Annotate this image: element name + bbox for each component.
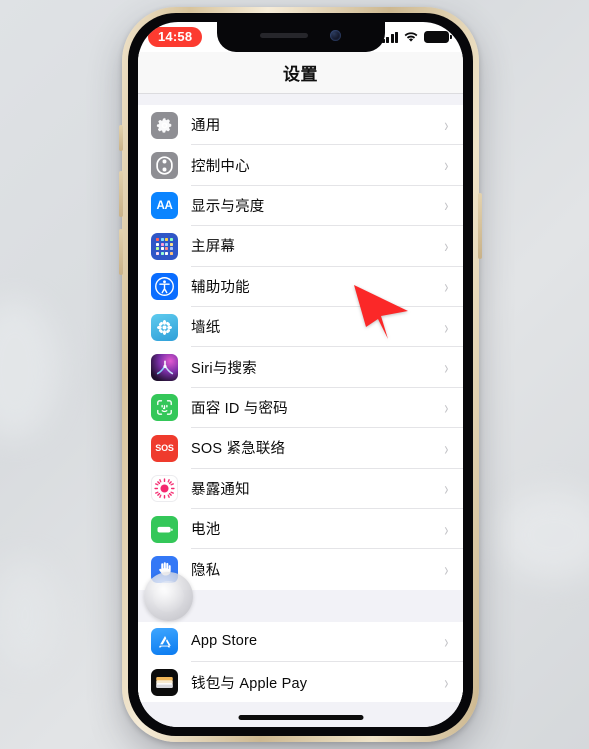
settings-row-wallet-apple-pay[interactable]: 钱包与 Apple Pay › [138, 662, 463, 703]
app-store-icon [151, 628, 178, 656]
chevron-right-icon: › [444, 437, 449, 459]
background-blob [499, 490, 589, 580]
settings-row-home-screen[interactable]: 主屏幕 › [138, 226, 463, 267]
battery-icon [424, 31, 452, 43]
gear-icon [151, 111, 178, 139]
chevron-right-icon: › [444, 630, 449, 653]
settings-row-app-store[interactable]: App Store › [138, 621, 463, 663]
background-blob [0, 560, 60, 670]
settings-row-label: Siri与搜索 › [191, 347, 463, 388]
sliders-icon [151, 152, 178, 180]
list-top-gap [138, 94, 463, 105]
home-screen-grid-icon [151, 232, 178, 260]
settings-row-label: 电池 › [191, 509, 463, 550]
settings-row-text: 电池 [191, 522, 221, 539]
page-title: 设置 [283, 65, 318, 84]
settings-row-text: 辅助功能 [191, 279, 250, 296]
settings-row-label: 辅助功能 › [191, 267, 463, 307]
settings-row-text: Siri与搜索 [191, 360, 257, 377]
chevron-right-icon: › [444, 396, 449, 419]
settings-row-wallpaper[interactable]: 墙纸 › [138, 306, 463, 348]
settings-row-label: 通用 › [191, 105, 463, 146]
chevron-right-icon: › [444, 315, 449, 338]
settings-row-label: 暴露通知 › [191, 469, 463, 509]
mute-switch[interactable] [119, 125, 123, 151]
volume-down-button[interactable] [119, 229, 123, 275]
sos-icon: SOS [151, 434, 178, 462]
settings-row-text: SOS 紧急联络 [191, 441, 286, 458]
volume-up-button[interactable] [119, 171, 123, 217]
accessibility-icon [151, 273, 178, 301]
chevron-right-icon: › [444, 356, 449, 378]
settings-row-label: 主屏幕 › [191, 226, 463, 267]
power-button[interactable] [478, 193, 482, 259]
assistive-touch-button[interactable] [144, 572, 193, 621]
settings-row-text: 暴露通知 [191, 481, 250, 498]
device-bezel: 14:58 设置 通用 › 控制中心 › AA 显示与亮度 › 主屏幕 › 辅助… [128, 13, 473, 736]
status-time-recording-badge[interactable]: 14:58 [148, 27, 203, 47]
wallet-icon [151, 668, 178, 696]
settings-row-label: 隐私 › [191, 549, 463, 589]
settings-row-control-center[interactable]: 控制中心 › [138, 145, 463, 186]
chevron-right-icon: › [444, 194, 449, 217]
cellular-signal-icon [381, 31, 398, 43]
navigation-bar: 设置 [138, 52, 463, 94]
settings-row-text: 显示与亮度 [191, 198, 265, 215]
iphone-device: 14:58 设置 通用 › 控制中心 › AA 显示与亮度 › 主屏幕 › 辅助… [119, 7, 482, 742]
settings-row-label: App Store › [191, 622, 463, 663]
chevron-right-icon: › [444, 154, 449, 176]
home-indicator-bar[interactable] [238, 715, 363, 720]
settings-group-store: App Store › 钱包与 Apple Pay › [138, 621, 463, 703]
settings-row-general[interactable]: 通用 › [138, 105, 463, 146]
chevron-right-icon: › [444, 517, 449, 540]
background-blob [0, 300, 60, 440]
chevron-right-icon: › [444, 235, 449, 257]
settings-row-text: 主屏幕 [191, 239, 236, 256]
settings-row-text: 墙纸 [191, 320, 221, 337]
siri-icon [151, 354, 178, 382]
settings-row-label: 显示与亮度 › [191, 186, 463, 227]
settings-row-text: 隐私 [191, 562, 221, 579]
status-bar: 14:58 [138, 22, 463, 52]
device-screen: 14:58 设置 通用 › 控制中心 › AA 显示与亮度 › 主屏幕 › 辅助… [138, 22, 463, 727]
settings-row-label: SOS 紧急联络 › [191, 428, 463, 469]
settings-row-label: 面容 ID 与密码 › [191, 388, 463, 429]
settings-group-system: 通用 › 控制中心 › AA 显示与亮度 › 主屏幕 › 辅助功能 › 墙纸 ›… [138, 105, 463, 590]
settings-row-label: 墙纸 › [191, 307, 463, 348]
exposure-notification-icon [151, 475, 178, 503]
settings-row-label: 钱包与 Apple Pay › [191, 662, 463, 702]
aa-text-size-icon: AA [151, 192, 178, 220]
settings-row-text: 钱包与 Apple Pay [191, 675, 308, 692]
settings-list[interactable]: 通用 › 控制中心 › AA 显示与亮度 › 主屏幕 › 辅助功能 › 墙纸 ›… [138, 94, 463, 727]
settings-row-accessibility[interactable]: 辅助功能 › [138, 266, 463, 307]
settings-row-text: 面容 ID 与密码 [191, 400, 288, 417]
battery-green-icon [151, 515, 178, 543]
wifi-icon [403, 31, 419, 43]
status-bar-right-icons [381, 31, 452, 43]
settings-row-text: 控制中心 [191, 158, 250, 175]
settings-row-display-brightness[interactable]: AA 显示与亮度 › [138, 185, 463, 227]
settings-row-exposure-notifications[interactable]: 暴露通知 › [138, 468, 463, 509]
chevron-right-icon: › [444, 558, 449, 581]
chevron-right-icon: › [444, 671, 449, 694]
settings-row-text: 通用 [191, 118, 221, 135]
settings-row-emergency-sos[interactable]: SOS SOS 紧急联络 › [138, 428, 463, 469]
chevron-right-icon: › [444, 477, 449, 500]
chevron-right-icon: › [444, 275, 449, 298]
settings-row-label: 控制中心 › [191, 145, 463, 186]
face-id-icon [151, 394, 178, 422]
wallpaper-flower-icon [151, 313, 178, 341]
settings-row-siri-search[interactable]: Siri与搜索 › [138, 347, 463, 388]
settings-row-text: App Store [191, 633, 258, 650]
chevron-right-icon: › [444, 113, 449, 136]
settings-row-battery[interactable]: 电池 › [138, 508, 463, 550]
settings-row-face-id-passcode[interactable]: 面容 ID 与密码 › [138, 387, 463, 429]
